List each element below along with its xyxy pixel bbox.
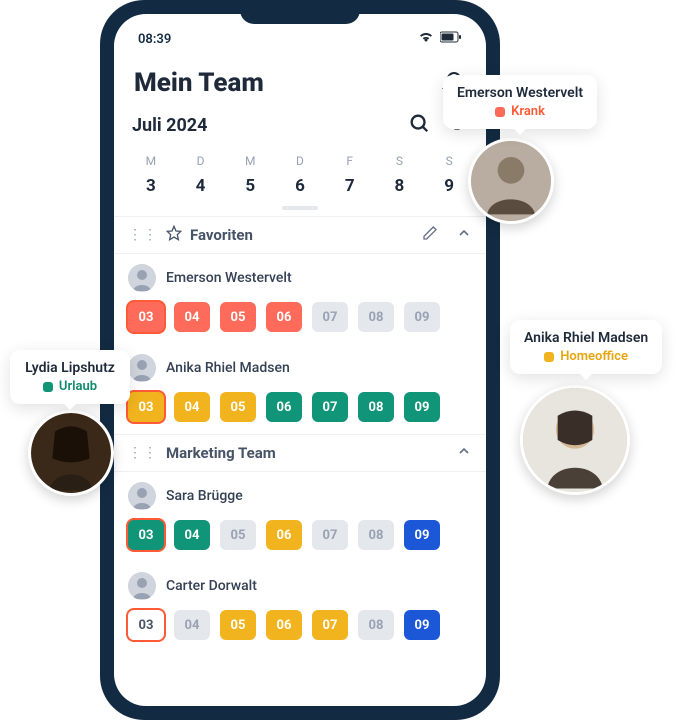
- notch: [240, 0, 360, 24]
- day-chip[interactable]: 09: [404, 392, 440, 422]
- section-header[interactable]: ⋮⋮ Marketing Team: [114, 434, 486, 472]
- chevron-up-icon[interactable]: [456, 443, 472, 463]
- day-chips-row: 03 04 05 06 07 08 09: [114, 604, 486, 652]
- weekday-row: MDMDFSS: [114, 144, 486, 170]
- drag-icon[interactable]: ⋮⋮: [128, 445, 158, 461]
- day-chip[interactable]: 08: [358, 610, 394, 640]
- weekday: D: [275, 154, 325, 168]
- status-dot-yellow: [544, 352, 554, 362]
- callout-name: Lydia Lipshutz: [24, 360, 116, 376]
- day-chip[interactable]: 06: [266, 610, 302, 640]
- date-cell[interactable]: 8: [375, 176, 425, 196]
- day-chips-row: 03 04 05 06 07 08 09: [114, 296, 486, 344]
- day-chip[interactable]: 05: [220, 302, 256, 332]
- day-chips-row: 03 04 05 06 07 08 09: [114, 514, 486, 562]
- day-chip[interactable]: 08: [358, 392, 394, 422]
- day-chip[interactable]: 03: [128, 392, 164, 422]
- callout-name: Emerson Westervelt: [457, 85, 583, 101]
- drag-icon[interactable]: ⋮⋮: [128, 227, 158, 243]
- search-icon[interactable]: [408, 112, 430, 138]
- date-cell[interactable]: 7: [325, 176, 375, 196]
- person-row[interactable]: Sara Brügge: [114, 472, 486, 514]
- callout-status: Urlaub: [24, 379, 116, 394]
- weekday: M: [126, 154, 176, 168]
- section-title: Marketing Team: [166, 444, 438, 462]
- person-row[interactable]: Carter Dorwalt: [114, 562, 486, 604]
- day-chip[interactable]: 06: [266, 302, 302, 332]
- day-chip[interactable]: 09: [404, 610, 440, 640]
- app-header: Mein Team: [114, 54, 486, 106]
- day-chip[interactable]: 04: [174, 392, 210, 422]
- callout-emerson: Emerson Westervelt Krank: [443, 75, 597, 129]
- drag-handle[interactable]: [282, 206, 318, 210]
- day-chip[interactable]: 03: [128, 610, 164, 640]
- weekday: F: [325, 154, 375, 168]
- day-chip[interactable]: 04: [174, 302, 210, 332]
- weekday: M: [225, 154, 275, 168]
- day-chips-row: 03 04 05 06 07 08 09: [114, 386, 486, 434]
- edit-icon[interactable]: [422, 225, 438, 245]
- status-dot-red: [495, 107, 505, 117]
- chevron-up-icon[interactable]: [456, 225, 472, 245]
- day-chip[interactable]: 05: [220, 520, 256, 550]
- day-chip[interactable]: 05: [220, 392, 256, 422]
- date-cell[interactable]: 5: [225, 176, 275, 196]
- day-chip[interactable]: 04: [174, 520, 210, 550]
- person-name: Carter Dorwalt: [166, 578, 257, 594]
- day-chip[interactable]: 07: [312, 610, 348, 640]
- weekday: S: [375, 154, 425, 168]
- weekday: S: [424, 154, 474, 168]
- weekday: D: [176, 154, 226, 168]
- avatar-emerson: [468, 138, 554, 224]
- avatar: [128, 572, 156, 600]
- phone-screen: 08:39 Mein Team Juli 2024: [114, 14, 486, 706]
- status-time: 08:39: [138, 32, 171, 47]
- avatar: [128, 264, 156, 292]
- star-icon[interactable]: [166, 225, 182, 245]
- avatar: [128, 354, 156, 382]
- date-cell[interactable]: 3: [126, 176, 176, 196]
- avatar-lydia: [28, 410, 114, 496]
- person-name: Sara Brügge: [166, 488, 243, 504]
- date-cell[interactable]: 9: [424, 176, 474, 196]
- avatar-anika: [520, 385, 630, 495]
- day-chip[interactable]: 09: [404, 302, 440, 332]
- battery-icon: [440, 31, 462, 47]
- day-chip[interactable]: 05: [220, 610, 256, 640]
- person-row[interactable]: Emerson Westervelt: [114, 254, 486, 296]
- day-chip[interactable]: 09: [404, 520, 440, 550]
- person-row[interactable]: Anika Rhiel Madsen: [114, 344, 486, 386]
- month-selector: Juli 2024: [114, 106, 486, 144]
- day-chip[interactable]: 07: [312, 392, 348, 422]
- section-header[interactable]: ⋮⋮ Favoriten: [114, 216, 486, 254]
- day-chip[interactable]: 08: [358, 302, 394, 332]
- month-label[interactable]: Juli 2024: [132, 115, 207, 136]
- day-chip[interactable]: 08: [358, 520, 394, 550]
- status-dot-green: [43, 382, 53, 392]
- day-chip[interactable]: 06: [266, 392, 302, 422]
- callout-lydia: Lydia Lipshutz Urlaub: [10, 350, 130, 404]
- section-title: Favoriten: [190, 226, 414, 244]
- day-chip[interactable]: 04: [174, 610, 210, 640]
- callout-anika: Anika Rhiel Madsen Homeoffice: [510, 320, 662, 374]
- page-title: Mein Team: [134, 68, 264, 98]
- day-chip[interactable]: 06: [266, 520, 302, 550]
- callout-status: Homeoffice: [524, 349, 648, 364]
- callout-name: Anika Rhiel Madsen: [524, 330, 648, 346]
- day-chip[interactable]: 07: [312, 520, 348, 550]
- date-cell[interactable]: 6: [275, 176, 325, 196]
- date-cell[interactable]: 4: [176, 176, 226, 196]
- day-chip[interactable]: 07: [312, 302, 348, 332]
- date-row: 3456789: [114, 170, 486, 206]
- callout-status: Krank: [457, 104, 583, 119]
- person-name: Anika Rhiel Madsen: [166, 360, 290, 376]
- person-name: Emerson Westervelt: [166, 270, 292, 286]
- phone-frame: 08:39 Mein Team Juli 2024: [100, 0, 500, 720]
- day-chip[interactable]: 03: [128, 302, 164, 332]
- wifi-icon: [418, 31, 434, 47]
- avatar: [128, 482, 156, 510]
- day-chip[interactable]: 03: [128, 520, 164, 550]
